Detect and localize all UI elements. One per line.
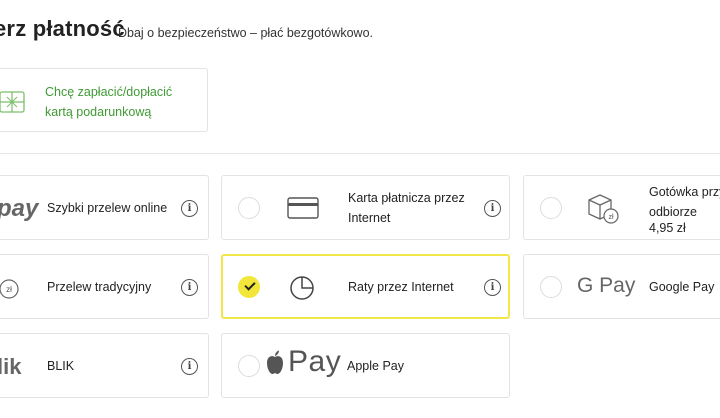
cash-fee: 4,95 zł bbox=[649, 221, 686, 235]
traditional-transfer-label: Przelew tradycyjny bbox=[47, 280, 152, 294]
divider bbox=[0, 153, 720, 154]
apple-icon bbox=[267, 350, 283, 374]
apple-pay-logo: Pay bbox=[288, 345, 342, 378]
radio-cash[interactable] bbox=[540, 197, 562, 219]
payment-traditional-transfer[interactable]: zł Przelew tradycyjny i bbox=[0, 254, 209, 319]
radio-installments[interactable] bbox=[238, 276, 260, 298]
radio-card[interactable] bbox=[238, 197, 260, 219]
credit-card-icon bbox=[287, 197, 319, 219]
gift-card-label: Chcę zapłacić/dopłacić kartą podarunkową bbox=[45, 85, 173, 119]
page-subtitle: Dbaj o bezpieczeństwo – płać bezgotówkow… bbox=[118, 26, 374, 40]
payu-logo: pay bbox=[0, 195, 39, 222]
apple-pay-label: Apple Pay bbox=[347, 359, 404, 373]
blik-label: BLIK bbox=[47, 359, 75, 373]
google-pay-label: Google Pay bbox=[649, 280, 715, 294]
card-label: Karta płatnicza przez Internet bbox=[348, 191, 465, 225]
package-icon: zł bbox=[588, 194, 619, 224]
info-icon[interactable]: i bbox=[484, 279, 501, 296]
payment-cash[interactable]: zł Gotówka przy odbiorze 4,95 zł bbox=[523, 175, 720, 240]
blik-logo: lik bbox=[0, 354, 22, 379]
payment-installments[interactable]: Raty przez Internet i bbox=[221, 254, 510, 319]
info-icon[interactable]: i bbox=[181, 358, 198, 375]
cash-label: Gotówka przy odbiorze bbox=[649, 185, 720, 219]
zl-icon-text: zł bbox=[6, 285, 12, 294]
payment-google-pay[interactable]: G Pay Google Pay bbox=[523, 254, 720, 319]
fast-transfer-label: Szybki przelew online bbox=[47, 201, 168, 215]
payment-blik[interactable]: lik BLIK i bbox=[0, 333, 209, 398]
installments-label: Raty przez Internet bbox=[348, 280, 454, 294]
info-icon[interactable]: i bbox=[181, 279, 198, 296]
google-pay-logo: G Pay bbox=[577, 274, 636, 297]
gift-card-option[interactable]: Chcę zapłacić/dopłacić kartą podarunkową bbox=[0, 68, 208, 132]
radio-google-pay[interactable] bbox=[540, 276, 562, 298]
gift-card-icon bbox=[0, 91, 25, 113]
page-title: erz płatność bbox=[0, 16, 125, 41]
info-icon[interactable]: i bbox=[484, 200, 501, 217]
pie-chart-icon bbox=[290, 276, 314, 300]
radio-apple-pay[interactable] bbox=[238, 355, 260, 377]
payment-card[interactable]: Karta płatnicza przez Internet i bbox=[221, 175, 510, 240]
payment-fast-transfer[interactable]: pay Szybki przelew online i bbox=[0, 175, 209, 240]
svg-text:zł: zł bbox=[608, 214, 614, 221]
transfer-icon: zł bbox=[0, 279, 19, 299]
info-icon[interactable]: i bbox=[181, 200, 198, 217]
payment-apple-pay[interactable]: Pay Apple Pay bbox=[221, 333, 510, 398]
